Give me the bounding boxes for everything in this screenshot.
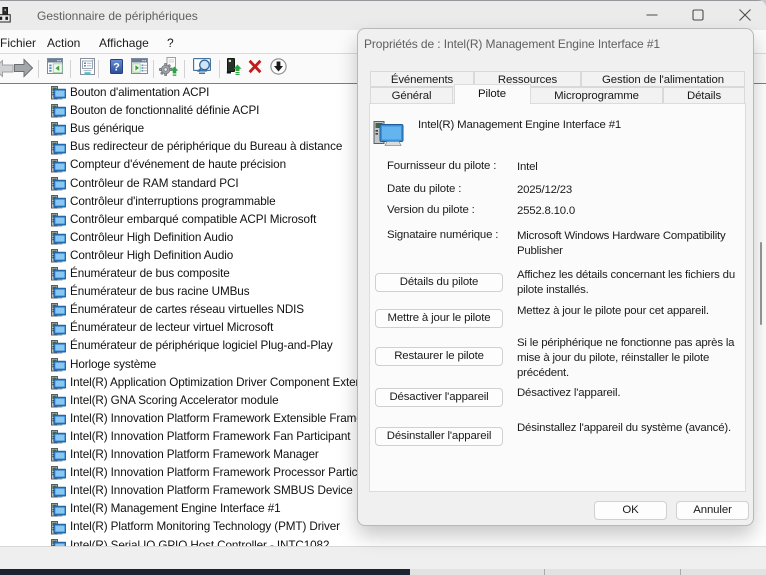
svg-text:?: ?: [113, 62, 120, 74]
